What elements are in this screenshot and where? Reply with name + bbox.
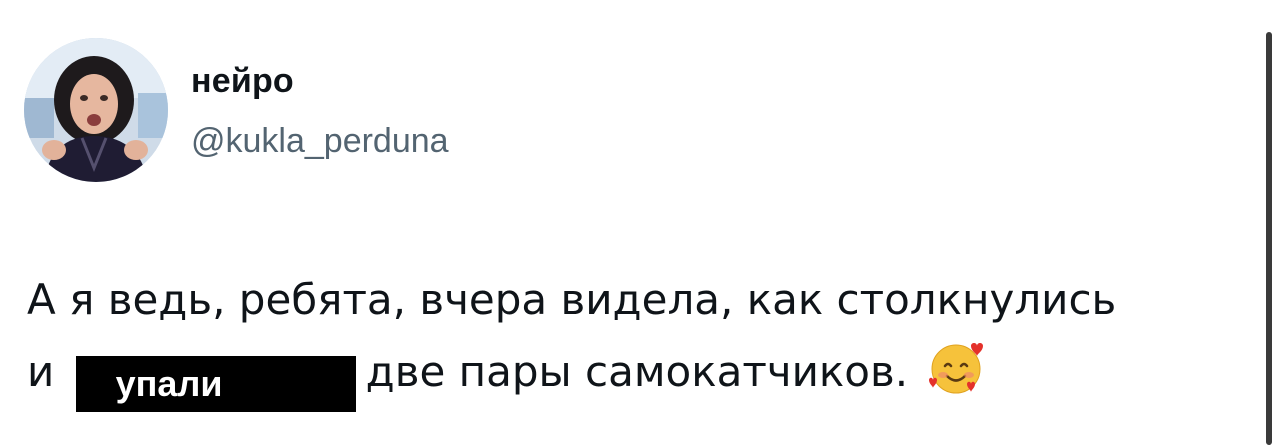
smiling-face-with-hearts-icon [927, 338, 985, 418]
avatar-image [24, 38, 168, 182]
tweet-text-line-2: и упали две пары самокатчиков. [27, 336, 1267, 418]
tweet-card: нейро @kukla_perduna А я ведь, ребята, в… [0, 0, 1284, 445]
redaction-bar: упали [75, 356, 356, 412]
display-name[interactable]: нейро [191, 62, 294, 101]
tweet-text-line-1: А я ведь, ребята, вчера видела, как стол… [27, 275, 1117, 324]
scrollbar[interactable] [1266, 32, 1272, 445]
tweet-text-continuation: две пары самокатчиков. [365, 347, 922, 396]
avatar[interactable] [24, 38, 168, 182]
tweet-text-word: и [27, 347, 68, 396]
tweet-text: А я ведь, ребята, вчера видела, как стол… [27, 264, 1267, 418]
user-handle[interactable]: @kukla_perduna [191, 122, 449, 161]
